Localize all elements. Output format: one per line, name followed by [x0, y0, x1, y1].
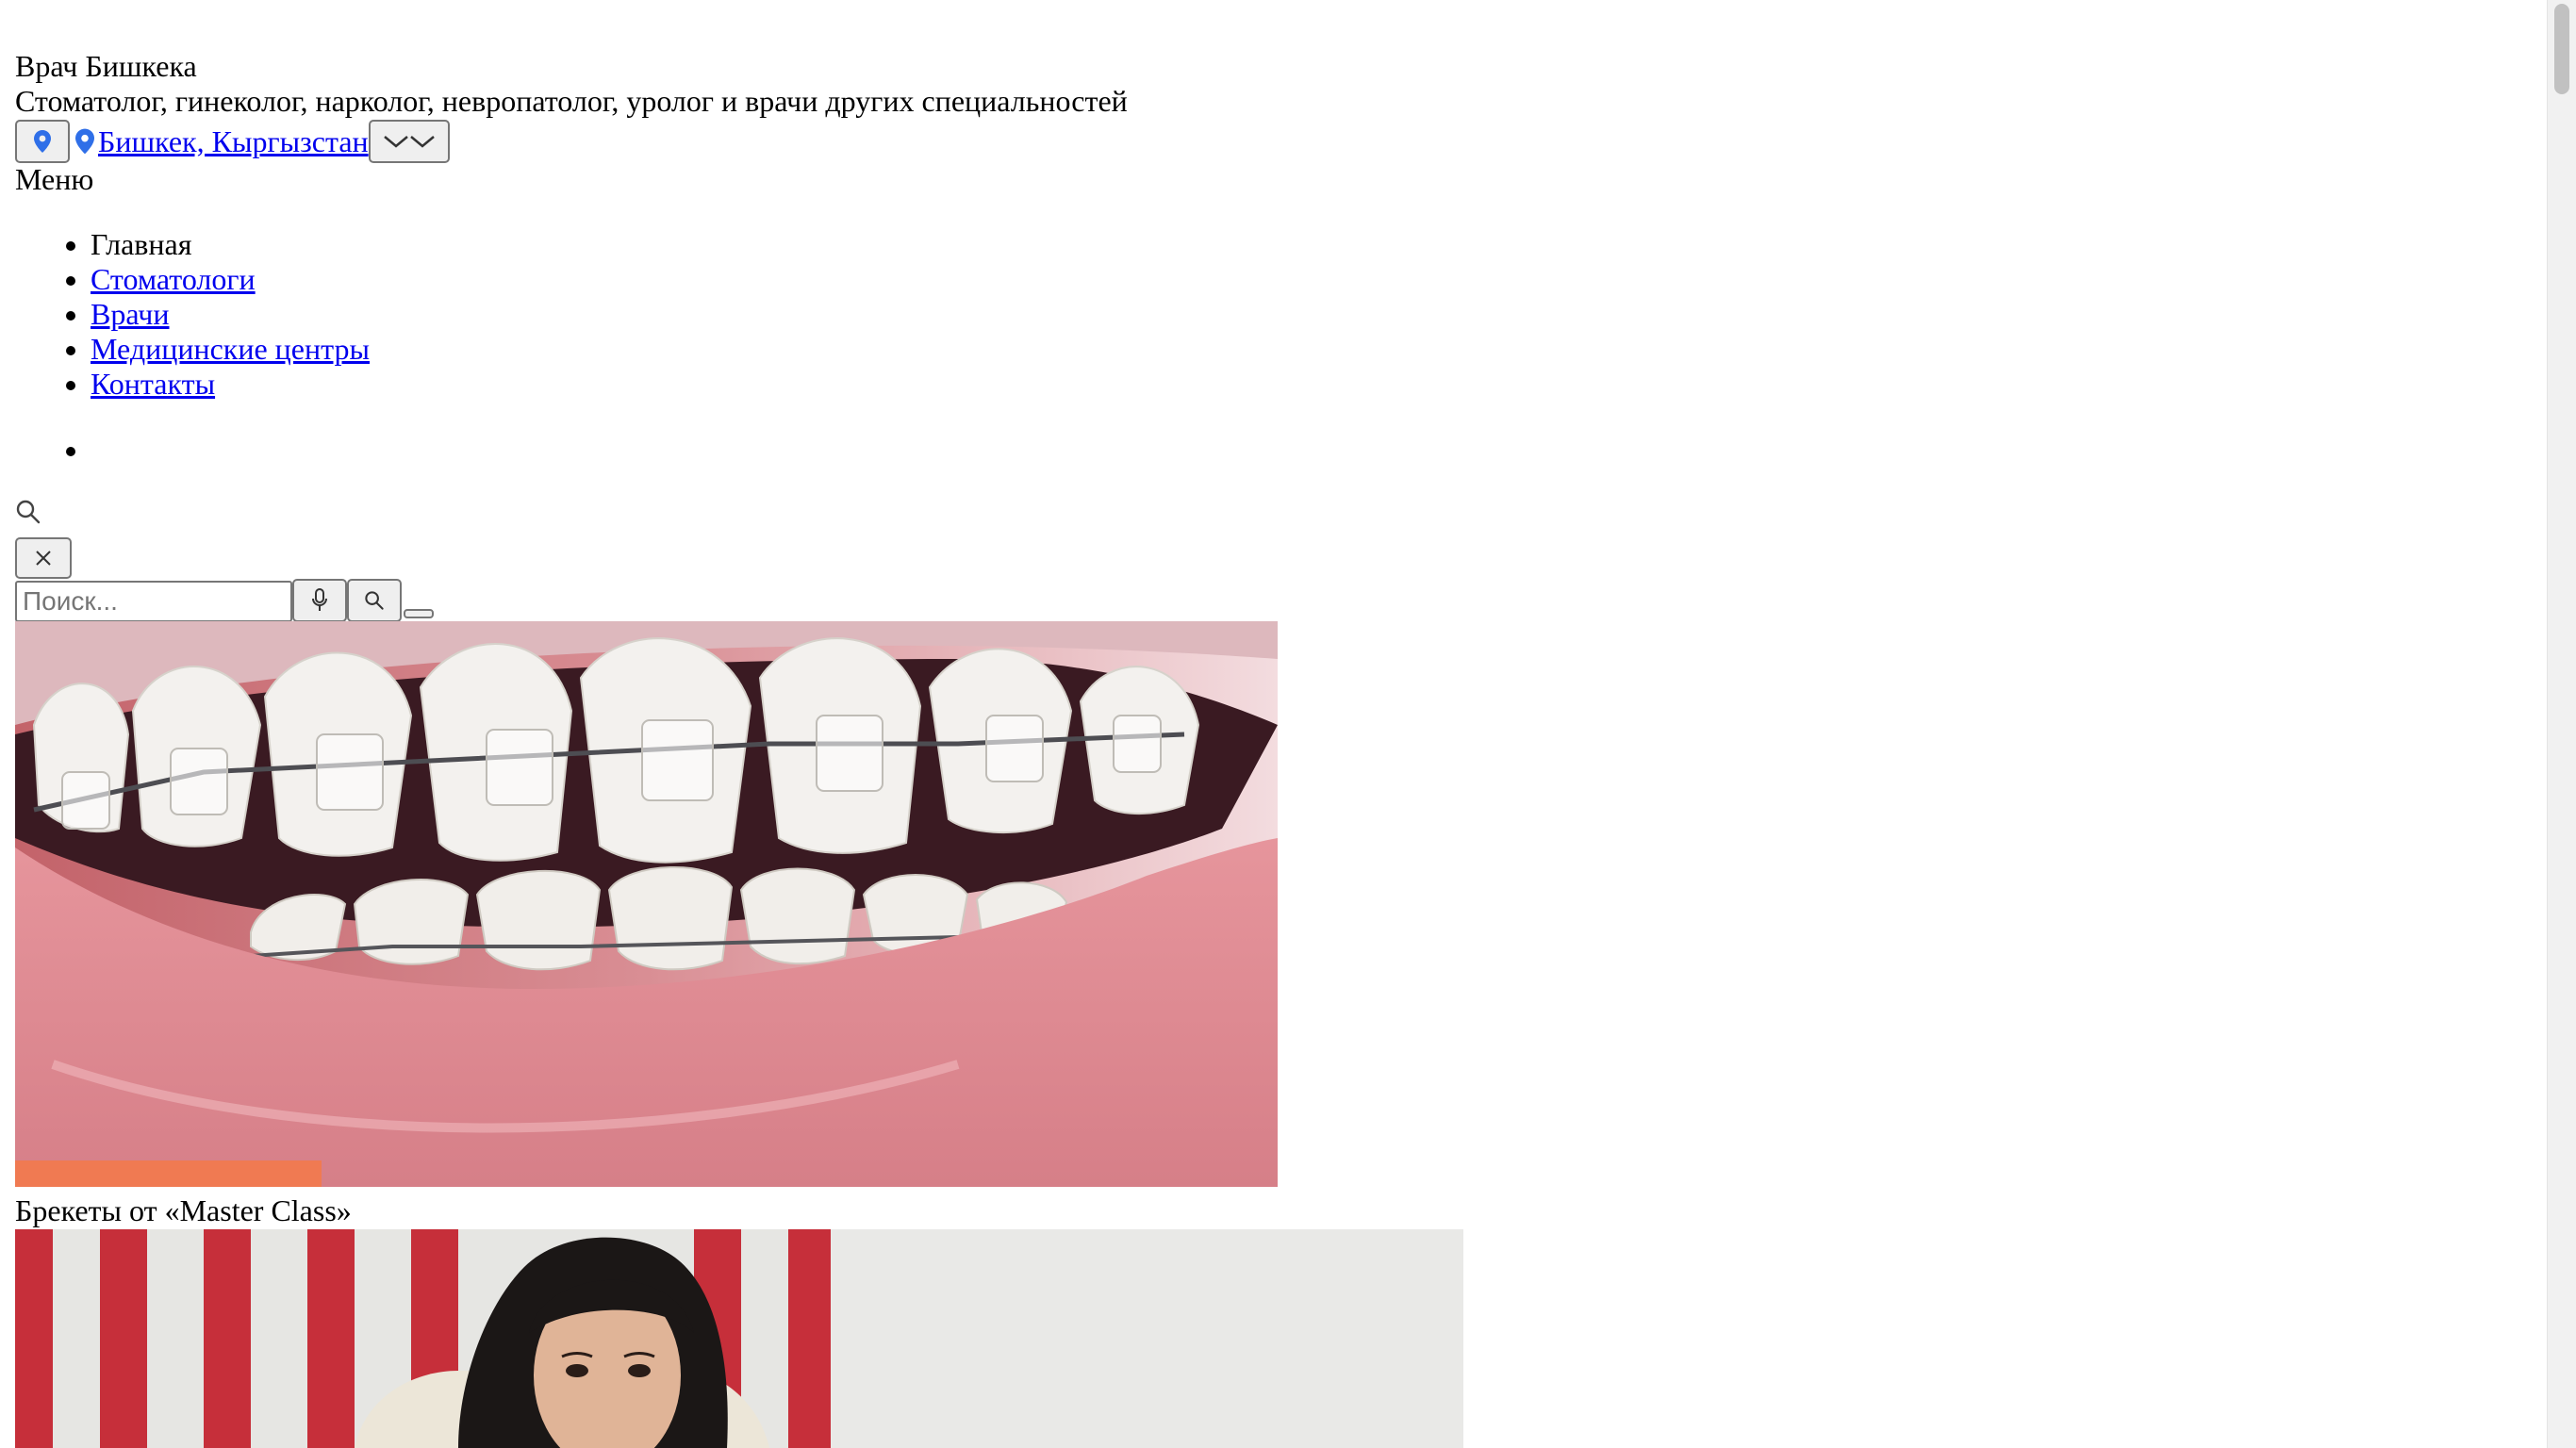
nav-item-doctors[interactable]: Врачи — [91, 297, 370, 332]
search-icon — [16, 500, 41, 524]
scrollbar-thumb[interactable] — [2554, 4, 2569, 94]
nav-item-home: Главная — [91, 227, 370, 262]
search-form — [15, 579, 434, 622]
nav-item-contacts[interactable]: Контакты — [91, 367, 370, 402]
site-title[interactable]: Врач Бишкека — [15, 49, 197, 84]
nav-item-label[interactable]: Стоматологи — [91, 262, 256, 296]
close-icon — [36, 551, 51, 566]
post-accent-bar — [15, 1160, 322, 1187]
nav-item-label: Главная — [91, 227, 192, 261]
location-bar: Бишкек, Кыргызстан — [15, 119, 450, 164]
site-description: Стоматолог, гинеколог, нарколог, невропа… — [15, 84, 1128, 118]
menu-label[interactable]: Меню — [15, 162, 93, 197]
nav-item-dentists[interactable]: Стоматологи — [91, 262, 370, 297]
doctor-photo[interactable] — [15, 1229, 1463, 1448]
empty-button[interactable] — [404, 609, 434, 618]
braces-photo[interactable] — [15, 621, 1278, 1187]
chevron-down-icon — [383, 136, 435, 148]
doctor-image — [15, 1229, 1463, 1448]
location-button[interactable] — [15, 120, 70, 163]
braces-image — [15, 621, 1278, 1187]
nav-item-medical-centers[interactable]: Медицинские центры — [91, 332, 370, 367]
microphone-icon — [312, 588, 327, 611]
nav-item-label[interactable]: Врачи — [91, 297, 169, 331]
search-submit-button[interactable] — [347, 579, 402, 622]
map-pin-icon — [75, 128, 94, 155]
search-icon — [365, 591, 384, 610]
location-dropdown-button[interactable] — [368, 120, 450, 163]
voice-search-button[interactable] — [292, 579, 347, 622]
main-nav: Главная Стоматологи Врачи Медицинские це… — [15, 227, 370, 402]
location-link[interactable]: Бишкек, Кыргызстан — [98, 124, 369, 159]
search-input[interactable] — [15, 581, 292, 622]
nav-item-label[interactable]: Медицинские центры — [91, 332, 370, 366]
map-pin-icon — [34, 130, 51, 153]
search-close-button[interactable] — [15, 537, 72, 579]
nav-item-label[interactable]: Контакты — [91, 367, 215, 401]
search-toggle[interactable] — [15, 498, 43, 526]
scrollbar[interactable] — [2547, 0, 2576, 1448]
post-title[interactable]: Брекеты от «Master Class» — [15, 1193, 352, 1228]
